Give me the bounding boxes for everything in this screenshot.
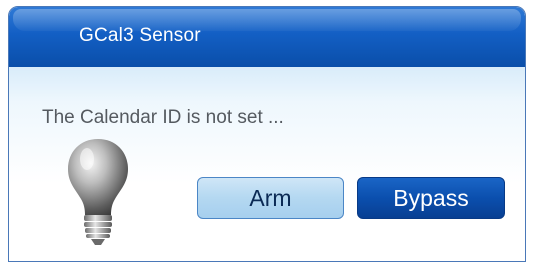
status-message: The Calendar ID is not set ... — [42, 107, 284, 128]
lightbulb-off-icon — [68, 139, 128, 245]
widget-body: The Calendar ID is not set ... Arm Bypas… — [9, 67, 525, 261]
sensor-widget: GCal3 Sensor The Calendar ID is not set … — [8, 6, 526, 262]
arm-button[interactable]: Arm — [197, 177, 344, 219]
widget-title: GCal3 Sensor — [79, 25, 201, 46]
widget-titlebar: GCal3 Sensor — [9, 7, 525, 67]
bypass-button[interactable]: Bypass — [357, 177, 505, 219]
